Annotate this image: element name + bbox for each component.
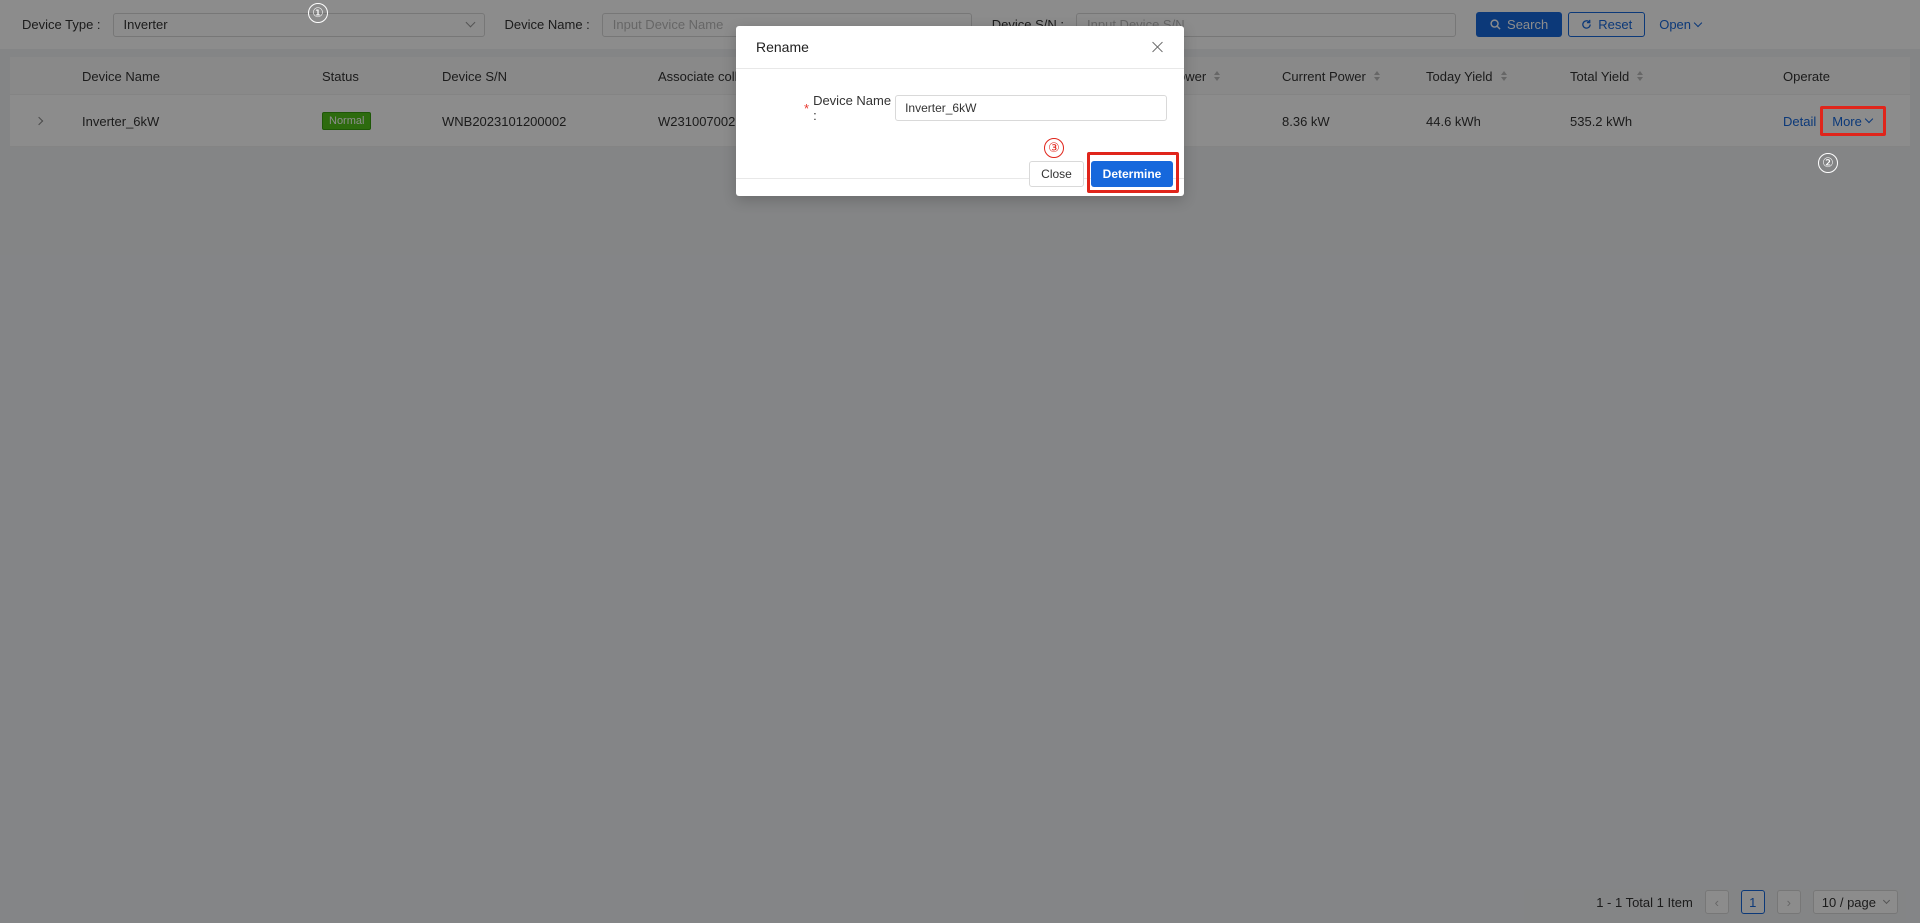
highlight-more bbox=[1820, 106, 1886, 136]
dialog-close-button[interactable]: Close bbox=[1029, 161, 1084, 187]
step-marker-1: ① bbox=[308, 3, 328, 23]
required-marker: * bbox=[804, 100, 810, 116]
step-marker-3: ③ bbox=[1044, 138, 1064, 158]
dialog-field-label: Device Name : bbox=[813, 93, 892, 123]
determine-button[interactable]: Determine bbox=[1091, 161, 1173, 187]
rename-dialog: Rename * Device Name : ③ Close Determine bbox=[736, 26, 1184, 196]
dialog-device-name-input[interactable] bbox=[895, 95, 1168, 121]
step-marker-2: ② bbox=[1818, 153, 1838, 173]
dialog-title: Rename bbox=[756, 39, 809, 55]
dialog-header: Rename bbox=[736, 26, 1184, 69]
device-name-form-row: * Device Name : bbox=[804, 93, 1168, 123]
close-icon[interactable] bbox=[1152, 41, 1164, 53]
